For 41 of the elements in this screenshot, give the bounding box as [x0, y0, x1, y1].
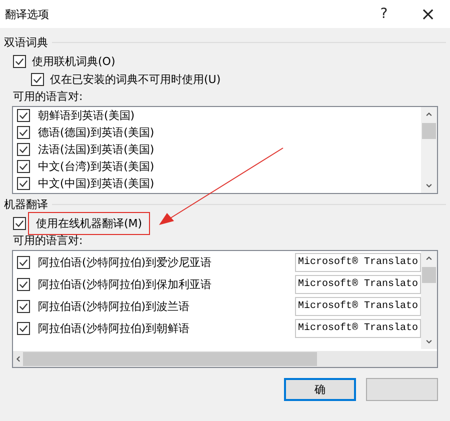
checkbox-label: 仅在已安装的词典不可用时使用(U) [50, 72, 221, 86]
scrollbar[interactable] [421, 107, 437, 193]
list-item[interactable]: 朝鲜语到英语(美国) [38, 108, 135, 123]
list-item[interactable]: 中文(台湾)到英语(美国) [38, 159, 154, 174]
horizontal-scrollbar[interactable] [13, 351, 437, 367]
checkbox[interactable] [31, 72, 44, 86]
checkbox[interactable] [17, 278, 30, 290]
checkbox[interactable] [17, 143, 30, 156]
group-heading: 机器翻译 [4, 196, 48, 212]
group-heading: 双语词典 [4, 34, 48, 50]
list-item[interactable]: 阿拉伯语(沙特阿拉伯)到爱沙尼亚语 [38, 254, 287, 270]
help-button[interactable]: ? [362, 0, 406, 28]
checkbox[interactable] [17, 160, 30, 173]
list-label: 可用的语言对: [12, 233, 84, 249]
window-title: 翻译选项 [5, 6, 49, 22]
service-field[interactable]: Microsoft® Translato [294, 318, 421, 338]
list-item[interactable]: 阿拉伯语(沙特阿拉伯)到波兰语 [38, 298, 287, 314]
checkbox[interactable] [17, 322, 30, 334]
list-item[interactable]: 中文(中国)到英语(美国) [38, 176, 154, 191]
checkbox[interactable] [17, 126, 30, 139]
scroll-thumb[interactable] [422, 267, 436, 283]
service-field[interactable]: Microsoft® Translato [294, 252, 421, 272]
checkbox[interactable] [17, 177, 30, 190]
checkbox[interactable] [13, 54, 26, 68]
scrollbar[interactable] [421, 251, 437, 349]
checkbox[interactable] [17, 256, 30, 268]
list-item[interactable]: 法语(法国)到英语(美国) [38, 142, 154, 157]
scroll-thumb[interactable] [23, 352, 317, 366]
list-item[interactable]: 德语(德国)到英语(美国) [38, 125, 154, 140]
close-button[interactable]: × [406, 0, 450, 28]
list-item[interactable]: 阿拉伯语(沙特阿拉伯)到保加利亚语 [38, 276, 287, 292]
checkbox-label: 使用联机词典(O) [32, 54, 116, 68]
list-item[interactable]: 阿拉伯语(沙特阿拉伯)到朝鲜语 [38, 320, 287, 336]
list-label: 可用的语言对: [12, 89, 84, 105]
checkbox[interactable] [17, 109, 30, 122]
ok-button[interactable]: 确 [284, 378, 356, 401]
checkbox[interactable] [17, 300, 30, 312]
service-field[interactable]: Microsoft® Translato [294, 274, 421, 294]
checkbox[interactable] [13, 216, 26, 230]
service-field[interactable]: Microsoft® Translato [294, 296, 421, 316]
scroll-thumb[interactable] [422, 123, 436, 139]
